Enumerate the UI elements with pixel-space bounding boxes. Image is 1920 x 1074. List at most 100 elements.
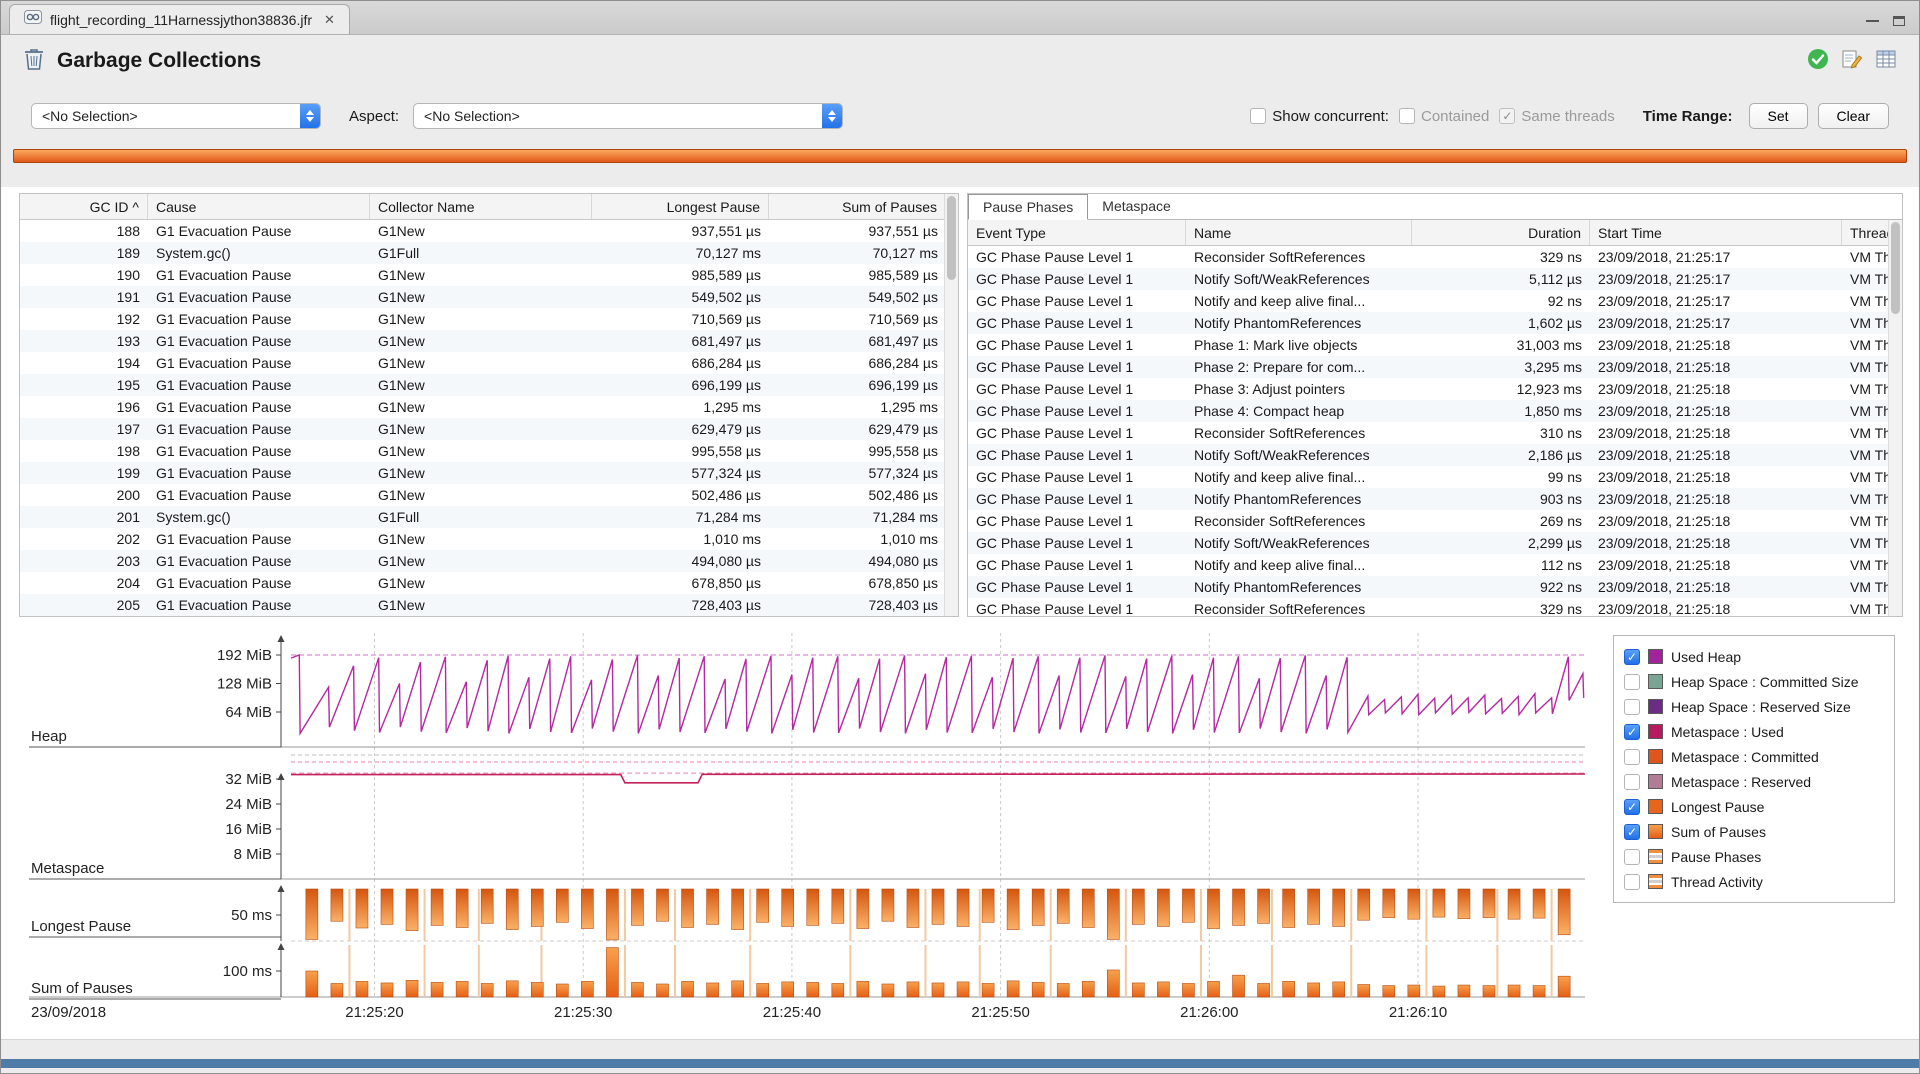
- table-cell: G1New: [370, 330, 592, 352]
- table-cell: VM Th: [1842, 268, 1888, 290]
- legend-checkbox[interactable]: ✓: [1624, 799, 1640, 815]
- table-row[interactable]: 188G1 Evacuation PauseG1New937,551 µs937…: [20, 220, 944, 242]
- table-row[interactable]: 194G1 Evacuation PauseG1New686,284 µs686…: [20, 352, 944, 374]
- table-row[interactable]: 201System.gc()G1Full71,284 ms71,284 ms: [20, 506, 944, 528]
- table-row[interactable]: GC Phase Pause Level 1Reconsider SoftRef…: [968, 598, 1888, 616]
- legend-checkbox[interactable]: ✓: [1624, 649, 1640, 665]
- table-cell: G1 Evacuation Pause: [148, 396, 370, 418]
- table-row[interactable]: GC Phase Pause Level 1Notify PhantomRefe…: [968, 576, 1888, 598]
- tab-pause-phases[interactable]: Pause Phases: [968, 194, 1088, 220]
- table-row[interactable]: GC Phase Pause Level 1Notify and keep al…: [968, 554, 1888, 576]
- table-row[interactable]: 192G1 Evacuation PauseG1New710,569 µs710…: [20, 308, 944, 330]
- table-row[interactable]: 193G1 Evacuation PauseG1New681,497 µs681…: [20, 330, 944, 352]
- dropdown-stepper-icon: [300, 103, 320, 129]
- editor-tab-flight-recording[interactable]: flight_recording_11Harnessjython38836.jf…: [9, 4, 350, 34]
- legend-checkbox[interactable]: [1624, 774, 1640, 790]
- legend-checkbox[interactable]: [1624, 699, 1640, 715]
- table-row[interactable]: 189System.gc()G1Full70,127 ms70,127 ms: [20, 242, 944, 264]
- table-cell: 1,602 µs: [1412, 312, 1590, 334]
- table-cell: 995,558 µs: [769, 440, 944, 462]
- scrollbar-thumb[interactable]: [1891, 222, 1900, 314]
- table-row[interactable]: 199G1 Evacuation PauseG1New577,324 µs577…: [20, 462, 944, 484]
- legend-checkbox[interactable]: [1624, 674, 1640, 690]
- table-cell: 195: [20, 374, 148, 396]
- contained-checkbox[interactable]: [1399, 108, 1415, 124]
- table-row[interactable]: GC Phase Pause Level 1Notify and keep al…: [968, 290, 1888, 312]
- table-row[interactable]: GC Phase Pause Level 1Phase 4: Compact h…: [968, 400, 1888, 422]
- table-row[interactable]: 196G1 Evacuation PauseG1New1,295 ms1,295…: [20, 396, 944, 418]
- column-header[interactable]: Cause: [148, 194, 370, 219]
- column-header[interactable]: Longest Pause: [592, 194, 769, 219]
- table-row[interactable]: GC Phase Pause Level 1Notify Soft/WeakRe…: [968, 444, 1888, 466]
- show-concurrent-checkbox[interactable]: [1250, 108, 1266, 124]
- column-header[interactable]: GC ID ^: [20, 194, 148, 219]
- table-row[interactable]: GC Phase Pause Level 1Phase 3: Adjust po…: [968, 378, 1888, 400]
- column-header[interactable]: Collector Name: [370, 194, 592, 219]
- table-row[interactable]: 203G1 Evacuation PauseG1New494,080 µs494…: [20, 550, 944, 572]
- table-cell: 728,403 µs: [769, 594, 944, 616]
- tab-metaspace[interactable]: Metaspace: [1088, 194, 1184, 219]
- clear-button[interactable]: Clear: [1818, 103, 1889, 129]
- table-row[interactable]: GC Phase Pause Level 1Reconsider SoftRef…: [968, 510, 1888, 532]
- table-row[interactable]: GC Phase Pause Level 1Notify PhantomRefe…: [968, 312, 1888, 334]
- time-range-bar[interactable]: [13, 149, 1907, 163]
- legend-checkbox[interactable]: ✓: [1624, 824, 1640, 840]
- gc-table-scrollbar[interactable]: [944, 194, 958, 616]
- aspect-label: Aspect:: [349, 108, 399, 125]
- table-row[interactable]: GC Phase Pause Level 1Reconsider SoftRef…: [968, 422, 1888, 444]
- table-cell: VM Th: [1842, 554, 1888, 576]
- table-cell: GC Phase Pause Level 1: [968, 576, 1186, 598]
- column-header[interactable]: Start Time: [1590, 220, 1842, 245]
- legend-checkbox[interactable]: ✓: [1624, 724, 1640, 740]
- table-cell: G1 Evacuation Pause: [148, 220, 370, 242]
- legend-checkbox[interactable]: [1624, 874, 1640, 890]
- table-cell: 23/09/2018, 21:25:17: [1590, 312, 1842, 334]
- table-row[interactable]: 190G1 Evacuation PauseG1New985,589 µs985…: [20, 264, 944, 286]
- maximize-icon[interactable]: [1893, 16, 1905, 26]
- table-row[interactable]: GC Phase Pause Level 1Phase 2: Prepare f…: [968, 356, 1888, 378]
- table-cell: VM Th: [1842, 290, 1888, 312]
- same-threads-checkbox[interactable]: ✓: [1499, 108, 1515, 124]
- table-row[interactable]: GC Phase Pause Level 1Notify Soft/WeakRe…: [968, 532, 1888, 554]
- table-row[interactable]: GC Phase Pause Level 1Notify Soft/WeakRe…: [968, 268, 1888, 290]
- table-row[interactable]: 202G1 Evacuation PauseG1New1,010 ms1,010…: [20, 528, 944, 550]
- gc-filter-dropdown[interactable]: <No Selection>: [31, 103, 321, 129]
- column-header[interactable]: Name: [1186, 220, 1412, 245]
- svg-text:Heap: Heap: [31, 728, 67, 745]
- table-row[interactable]: GC Phase Pause Level 1Phase 1: Mark live…: [968, 334, 1888, 356]
- aspect-dropdown[interactable]: <No Selection>: [413, 103, 843, 129]
- table-row[interactable]: GC Phase Pause Level 1Notify and keep al…: [968, 466, 1888, 488]
- table-row[interactable]: 197G1 Evacuation PauseG1New629,479 µs629…: [20, 418, 944, 440]
- table-cell: 985,589 µs: [769, 264, 944, 286]
- table-row[interactable]: 198G1 Evacuation PauseG1New995,558 µs995…: [20, 440, 944, 462]
- ok-status-icon[interactable]: [1807, 48, 1829, 75]
- table-row[interactable]: 200G1 Evacuation PauseG1New502,486 µs502…: [20, 484, 944, 506]
- show-concurrent-label: Show concurrent:: [1272, 108, 1389, 125]
- phases-table-scrollbar[interactable]: [1888, 220, 1902, 616]
- table-row[interactable]: GC Phase Pause Level 1Reconsider SoftRef…: [968, 246, 1888, 268]
- table-cell: G1New: [370, 572, 592, 594]
- column-header[interactable]: Sum of Pauses: [769, 194, 946, 219]
- svg-text:8 MiB: 8 MiB: [234, 846, 272, 863]
- table-row[interactable]: GC Phase Pause Level 1Notify PhantomRefe…: [968, 488, 1888, 510]
- close-tab-icon[interactable]: ✕: [324, 12, 335, 28]
- gc-chart[interactable]: HeapMetaspaceLongest PauseSum of Pauses1…: [19, 627, 1601, 1021]
- table-row[interactable]: 205G1 Evacuation PauseG1New728,403 µs728…: [20, 594, 944, 616]
- column-header[interactable]: Duration: [1412, 220, 1590, 245]
- table-row[interactable]: 204G1 Evacuation PauseG1New678,850 µs678…: [20, 572, 944, 594]
- legend-checkbox[interactable]: [1624, 749, 1640, 765]
- set-button[interactable]: Set: [1749, 103, 1808, 129]
- column-header[interactable]: Thread: [1842, 220, 1890, 245]
- column-header[interactable]: Event Type: [968, 220, 1186, 245]
- table-row[interactable]: 191G1 Evacuation PauseG1New549,502 µs549…: [20, 286, 944, 308]
- window-controls: [1866, 16, 1919, 34]
- table-row[interactable]: 195G1 Evacuation PauseG1New696,199 µs696…: [20, 374, 944, 396]
- minimize-icon[interactable]: [1866, 20, 1879, 22]
- table-cell: 23/09/2018, 21:25:18: [1590, 488, 1842, 510]
- edit-report-icon[interactable]: [1841, 48, 1863, 75]
- table-cell: 193: [20, 330, 148, 352]
- table-cell: 1,850 ms: [1412, 400, 1590, 422]
- table-view-icon[interactable]: [1875, 48, 1897, 75]
- legend-checkbox[interactable]: [1624, 849, 1640, 865]
- scrollbar-thumb[interactable]: [947, 196, 956, 280]
